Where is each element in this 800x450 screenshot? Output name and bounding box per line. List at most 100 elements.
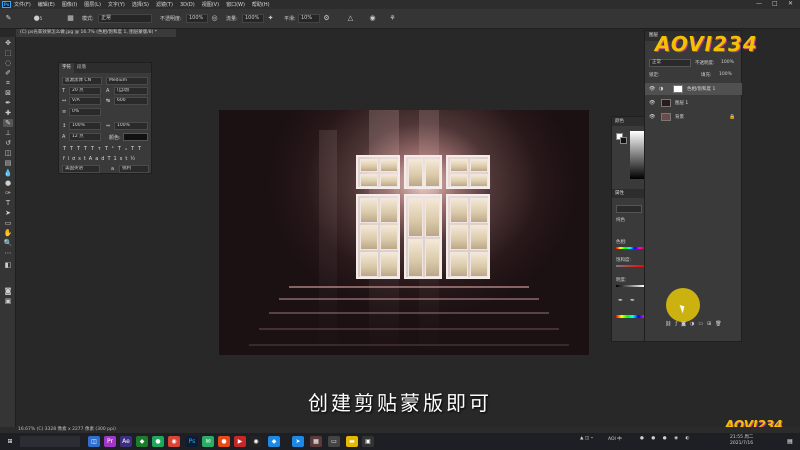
opacity-input[interactable]: 100% xyxy=(186,14,208,23)
healing-tool-icon[interactable]: ✚ xyxy=(3,109,13,117)
screen-mode-icon[interactable]: ▣ xyxy=(3,297,13,305)
lightness-slider[interactable] xyxy=(616,285,644,287)
language-select[interactable]: 美国英语 xyxy=(62,165,100,173)
menu-edit[interactable]: 编辑(E) xyxy=(38,1,55,8)
lasso-tool-icon[interactable]: ◌ xyxy=(3,59,13,67)
menu-3d[interactable]: 3D(D) xyxy=(180,2,195,8)
move-tool-icon[interactable]: ✥ xyxy=(3,39,13,47)
quick-mask-icon[interactable]: ◙ xyxy=(3,287,13,295)
vertical-scale-input[interactable]: 100% xyxy=(69,122,101,130)
all-caps-button[interactable]: TT xyxy=(77,146,91,152)
shape-tool-icon[interactable]: ▭ xyxy=(3,219,13,227)
menu-select[interactable]: 选择(S) xyxy=(132,1,149,8)
quick-select-tool-icon[interactable]: ✐ xyxy=(3,69,13,77)
airbrush-icon[interactable]: ✦ xyxy=(266,14,275,23)
menu-layer[interactable]: 图层(L) xyxy=(84,1,101,8)
frame-tool-icon[interactable]: ⊠ xyxy=(3,89,13,97)
fill-value[interactable]: 100% xyxy=(719,72,732,77)
font-style-select[interactable]: Medium xyxy=(106,77,148,85)
kerning-input[interactable]: V/A xyxy=(69,97,101,105)
wechat-icon[interactable]: ✉ xyxy=(202,436,214,447)
zoom-tool-icon[interactable]: 🔍 xyxy=(3,239,13,247)
faux-italic-button[interactable]: T xyxy=(70,146,77,152)
dodge-tool-icon[interactable]: ● xyxy=(3,179,13,187)
document-tab[interactable]: (C) ps光束效果怎么做.jpg @ 16.7% (色相/饱和度 1, 图层蒙… xyxy=(16,29,176,37)
layer-row[interactable]: 👁 背景 🔒 xyxy=(645,111,743,123)
tray-ime[interactable]: AOI 中 xyxy=(608,436,622,442)
hand-tool-icon[interactable]: ✋ xyxy=(3,229,13,237)
pressure-opacity-icon[interactable]: ◎ xyxy=(210,14,219,23)
antialias-select[interactable]: 锐利 xyxy=(119,165,149,173)
history-brush-tool-icon[interactable]: ↺ xyxy=(3,139,13,147)
saturation-slider[interactable] xyxy=(616,265,644,267)
text-color-swatch[interactable] xyxy=(123,133,148,141)
symmetry-icon[interactable]: ⚘ xyxy=(388,14,397,23)
layer-thumbnail[interactable] xyxy=(661,99,671,107)
tray-app-icons[interactable]: ● ● ● ◉ ◐ xyxy=(640,436,692,441)
color-ramp[interactable] xyxy=(630,131,644,179)
menu-window[interactable]: 窗口(W) xyxy=(226,1,245,8)
menu-help[interactable]: 帮助(H) xyxy=(252,1,270,8)
menu-file[interactable]: 文件(F) xyxy=(14,1,31,8)
blur-tool-icon[interactable]: 💧 xyxy=(3,169,13,177)
path-select-tool-icon[interactable]: ➤ xyxy=(3,209,13,217)
menu-image[interactable]: 图像(I) xyxy=(62,1,77,8)
smooth-input[interactable]: 10% xyxy=(298,14,320,23)
delete-layer-icon[interactable]: 🗑 xyxy=(715,321,725,327)
visibility-eye-icon[interactable]: 👁 xyxy=(649,86,655,92)
gradient-tool-icon[interactable]: ▤ xyxy=(3,159,13,167)
font-family-select[interactable]: 思源黑体 CN xyxy=(62,77,102,85)
type-tool-icon[interactable]: T xyxy=(3,199,13,207)
feishu-icon[interactable]: ➤ xyxy=(292,436,304,447)
discretionary-ligature-button[interactable]: st xyxy=(78,156,89,162)
flow-input[interactable]: 100% xyxy=(242,14,264,23)
taskbar-search-box[interactable] xyxy=(20,436,80,447)
app-red-icon[interactable]: ▶ xyxy=(234,436,246,447)
minimize-button[interactable]: — xyxy=(756,0,762,7)
clock-time[interactable]: 21:55 周二 xyxy=(730,434,753,440)
menu-type[interactable]: 文字(Y) xyxy=(108,1,125,8)
background-color-swatch[interactable] xyxy=(620,137,627,144)
tracking-input[interactable]: 600 xyxy=(114,97,148,105)
premiere-icon[interactable]: Pr xyxy=(104,436,116,447)
ordinals-button[interactable]: 1st xyxy=(114,156,131,162)
stylistic-alt-button[interactable]: ad xyxy=(95,156,107,162)
brush-tool-icon-active[interactable]: ✎ xyxy=(3,119,13,127)
menu-view[interactable]: 视图(V) xyxy=(202,1,219,8)
color-swatches-icon[interactable]: ◧ xyxy=(3,261,13,269)
horizontal-scale-input[interactable]: 100% xyxy=(114,122,148,130)
new-group-icon[interactable]: ▭ xyxy=(698,321,707,327)
crop-tool-icon[interactable]: ⌗ xyxy=(3,79,13,87)
app-dark-icon[interactable]: ▣ xyxy=(362,436,374,447)
start-icon[interactable]: ⊞ xyxy=(4,436,16,447)
tsume-input[interactable]: 0% xyxy=(69,108,101,116)
superscript-button[interactable]: T¹ xyxy=(105,146,118,152)
strikethrough-button[interactable]: T xyxy=(138,146,145,152)
taskview-icon[interactable]: ◫ xyxy=(88,436,100,447)
photoshop-taskbar-icon[interactable]: Ps xyxy=(186,436,198,447)
brush-settings-icon[interactable]: ▦ xyxy=(66,14,75,23)
recorder-icon[interactable]: ◉ xyxy=(250,436,262,447)
eraser-tool-icon[interactable]: ◫ xyxy=(3,149,13,157)
faux-bold-button[interactable]: T xyxy=(63,146,70,152)
fractions-button[interactable]: ½ xyxy=(130,156,138,162)
eyedropper-plus-icon[interactable]: ✒ xyxy=(630,297,635,304)
notification-icon[interactable]: ▤ xyxy=(784,436,796,447)
app-green-icon[interactable]: ◆ xyxy=(136,436,148,447)
link-layers-icon[interactable]: ⛓ xyxy=(665,321,675,327)
eyedropper-tool-icon[interactable]: ✒ xyxy=(3,99,13,107)
brush-preset-picker[interactable]: ●5 xyxy=(30,14,46,23)
ligature-button[interactable]: fi xyxy=(63,156,72,162)
layer-row[interactable]: 👁 ◑ 色相/饱和度 1 xyxy=(645,83,743,95)
chrome-icon[interactable]: ◉ xyxy=(168,436,180,447)
menu-filter[interactable]: 滤镜(T) xyxy=(156,1,173,8)
small-caps-button[interactable]: Tт xyxy=(91,146,105,152)
app-blue-icon[interactable]: ◆ xyxy=(268,436,280,447)
pressure-size-icon[interactable]: ◉ xyxy=(368,14,377,23)
layer-thumbnail[interactable] xyxy=(661,113,671,121)
blend-mode-select[interactable]: 正常 xyxy=(649,59,691,67)
visibility-eye-icon[interactable]: 👁 xyxy=(649,114,655,120)
app-photo-icon[interactable]: ▦ xyxy=(310,436,322,447)
marquee-tool-icon[interactable]: ⬚ xyxy=(3,49,13,57)
tab-character[interactable]: 字符 xyxy=(59,63,74,73)
